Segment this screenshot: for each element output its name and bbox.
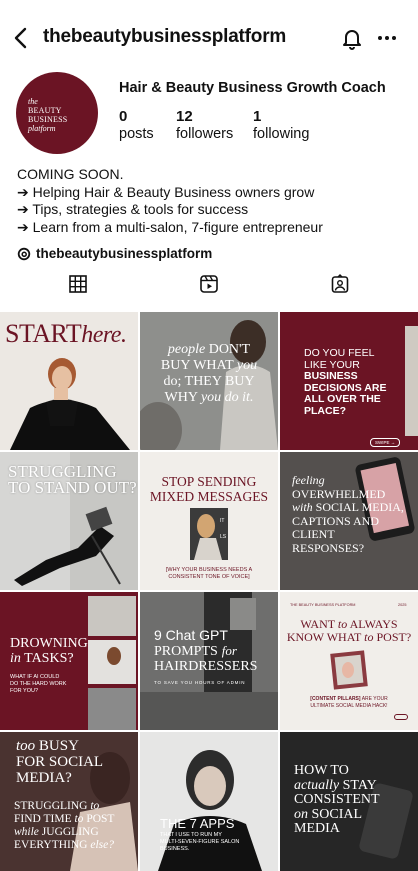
- avatar-text-platform: platform: [28, 124, 56, 133]
- followers-stat[interactable]: 12 followers: [176, 108, 233, 142]
- posts-label: posts: [119, 126, 154, 142]
- avatar-text-brand: BEAUTY BUSINESS: [28, 106, 68, 124]
- bio-line: ➔ Tips, strategies & tools for success: [17, 201, 249, 217]
- post-title: STRUGGLING TO STAND OUT?: [8, 462, 137, 497]
- svg-text:LS: LS: [220, 534, 227, 540]
- post-tile[interactable]: THE BEAUTY BUSINESS PLATFORM 2025 WANT t…: [280, 592, 418, 730]
- post-subtitle: [CONTENT PILLARS] ARE YOUR ULTIMATE SOCI…: [310, 696, 388, 709]
- post-subtitle: WHAT IF AI COULD DO THE HARD WORK FOR YO…: [10, 674, 67, 694]
- post-tile[interactable]: STRUGGLING TO STAND OUT?: [0, 452, 138, 590]
- bio-line: COMING SOON.: [17, 166, 124, 182]
- post-tile[interactable]: people DON'T BUY WHAT you do; THEY BUY W…: [140, 312, 278, 450]
- post-tile[interactable]: HOW TO actually STAY CONSISTENT on SOCIA…: [280, 732, 418, 871]
- post-subtitle: TO SAVE YOU HOURS OF ADMIN: [154, 680, 246, 685]
- post-brand: THE BEAUTY BUSINESS PLATFORM: [290, 603, 356, 607]
- post-title: people DON'T BUY WHAT you do; THEY BUY W…: [160, 342, 258, 405]
- bio-line: ➔ Learn from a multi-salon, 7-figure ent…: [17, 218, 323, 235]
- posts-stat[interactable]: 0 posts: [119, 108, 154, 142]
- post-subtitle: [WHY YOUR BUSINESS NEEDS A CONSISTENT TO…: [165, 567, 253, 580]
- woman-photo: IT LS: [190, 508, 228, 560]
- post-tile[interactable]: 9 Chat GPT PROMPTS for HAIRDRESSERS TO S…: [140, 592, 278, 730]
- following-stat[interactable]: 1 following: [253, 108, 309, 142]
- followers-label: followers: [176, 126, 234, 142]
- post-tile[interactable]: STARThere.: [0, 312, 138, 450]
- following-count: 1: [253, 108, 262, 125]
- post-title: STOP SENDING MIXED MESSAGES: [149, 474, 269, 504]
- profile-bio: COMING SOON. ➔ Helping Hair & Beauty Bus…: [17, 166, 407, 236]
- post-tile[interactable]: STOP SENDING MIXED MESSAGES IT LS [WHY Y…: [140, 452, 278, 590]
- profile-tabs: [0, 270, 418, 300]
- threads-handle: thebeautybusinessplatform: [36, 246, 213, 261]
- svg-text:IT: IT: [220, 518, 224, 524]
- more-horizontal-icon[interactable]: [376, 26, 398, 50]
- profile-username: thebeautybusinessplatform: [43, 26, 287, 47]
- photo-edge: [405, 326, 418, 436]
- threads-icon: [17, 247, 31, 261]
- post-title: THE 7 APPS: [160, 816, 235, 831]
- avatar-text-the: the: [28, 97, 38, 106]
- post-title: STARThere.: [5, 319, 127, 348]
- reels-icon[interactable]: [199, 274, 219, 294]
- tagged-icon[interactable]: [330, 274, 350, 294]
- top-bar: thebeautybusinessplatform: [0, 0, 418, 76]
- post-tile[interactable]: THE 7 APPS THAT I USE TO RUN MY MULTI-SE…: [140, 732, 278, 871]
- salon-photos: [88, 596, 136, 730]
- following-label: following: [253, 126, 310, 142]
- post-title: HOW TO actually STAY CONSISTENT on SOCIA…: [294, 763, 380, 836]
- post-tile[interactable]: DO YOU FEEL LIKE YOUR BUSINESS DECISIONS…: [280, 312, 418, 450]
- avatar[interactable]: the BEAUTY BUSINESS platform: [16, 72, 98, 154]
- grid-icon[interactable]: [68, 274, 88, 294]
- post-title: too BUSY FOR SOCIAL MEDIA?: [16, 738, 104, 786]
- posts-count: 0: [119, 108, 128, 125]
- post-tile[interactable]: too BUSY FOR SOCIAL MEDIA? STRUGGLING to…: [0, 732, 138, 871]
- bio-line: ➔ Helping Hair & Beauty Business owners …: [17, 183, 315, 200]
- bell-icon[interactable]: [340, 26, 364, 50]
- post-tile[interactable]: DROWNING in TASKS? WHAT IF AI COULD DO T…: [0, 592, 138, 730]
- post-title: WANT to ALWAYS KNOW WHAT to POST?: [286, 617, 412, 644]
- post-year: 2025: [398, 603, 407, 607]
- post-title: DO YOU FEEL LIKE YOUR BUSINESS DECISIONS…: [304, 347, 387, 417]
- posts-grid: STARThere. people DON'T BUY WHAT you do;…: [0, 312, 418, 871]
- post-subtitle: THAT I USE TO RUN MY MULTI-SEVEN-FIGURE …: [160, 832, 240, 852]
- post-title: DROWNING in TASKS?: [10, 636, 88, 666]
- phone-photo: [330, 650, 368, 690]
- post-title: feeling OVERWHELMED with SOCIAL MEDIA, C…: [292, 473, 404, 555]
- chevron-left-icon[interactable]: [10, 26, 32, 50]
- swipe-chip: [394, 714, 408, 720]
- woman-photo: [10, 358, 130, 450]
- followers-count: 12: [176, 108, 193, 125]
- post-title: 9 Chat GPT PROMPTS for HAIRDRESSERS: [154, 627, 258, 675]
- post-subtitle: STRUGGLING to FIND TIME to POST while JU…: [14, 800, 115, 851]
- swipe-chip: SWIPE →: [370, 438, 401, 447]
- profile-display-name: Hair & Beauty Business Growth Coach: [119, 80, 386, 96]
- post-tile[interactable]: feeling OVERWHELMED with SOCIAL MEDIA, C…: [280, 452, 418, 590]
